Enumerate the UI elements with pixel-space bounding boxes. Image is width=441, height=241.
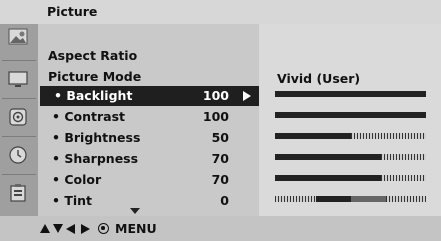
picture-menu: Aspect Ratio Picture Mode • Backlight 10… [38, 24, 259, 216]
menu-item-sharpness[interactable]: • Sharpness 70 [38, 149, 259, 169]
menu-item-value: 70 [211, 151, 229, 166]
page-title: Picture [47, 4, 98, 19]
menu-item-label: • Tint [52, 193, 93, 208]
menu-item-value: 100 [202, 88, 229, 103]
menu-item-label: • Color [52, 172, 102, 187]
level-bar-sharpness [275, 154, 426, 160]
screen-icon[interactable] [5, 66, 31, 92]
level-bar-backlight [275, 91, 426, 97]
category-sidebar [0, 24, 38, 216]
menu-item-label: • Sharpness [52, 151, 139, 166]
picture-mode-item[interactable]: Picture Mode [48, 69, 141, 84]
menu-item-label: • Backlight [54, 88, 133, 103]
tv-osd-screen: Picture Aspect Ratio Picture Mode • Back… [0, 0, 441, 241]
time-icon[interactable] [5, 142, 31, 168]
down-arrow-icon [53, 224, 63, 233]
menu-item-tint[interactable]: • Tint 0 [38, 191, 259, 211]
navigation-hint-bar: MENU [0, 216, 441, 241]
right-arrow-icon [81, 223, 90, 234]
audio-icon[interactable] [5, 104, 31, 130]
left-arrow-icon [66, 223, 75, 234]
nav-hint: MENU [40, 221, 157, 236]
picture-mode-value: Vivid (User) [277, 71, 361, 86]
sidebar-divider [2, 60, 36, 61]
scroll-down-icon[interactable] [130, 208, 140, 214]
menu-item-brightness[interactable]: • Brightness 50 [38, 128, 259, 148]
menu-item-value: 70 [211, 172, 229, 187]
preview-panel: Vivid (User) [259, 24, 441, 216]
level-bar-contrast [275, 112, 426, 118]
level-bar-color [275, 175, 426, 181]
menu-item-value: 0 [220, 193, 229, 208]
sidebar-divider [2, 98, 36, 99]
level-bar-brightness [275, 133, 426, 139]
menu-item-color[interactable]: • Color 70 [38, 170, 259, 190]
up-arrow-icon [40, 224, 50, 233]
ok-button-icon [98, 223, 109, 234]
sidebar-divider [2, 136, 36, 137]
right-arrow-icon [243, 91, 251, 101]
level-bar-tint [275, 196, 426, 202]
menu-label: MENU [115, 221, 157, 236]
title-bar: Picture [0, 0, 441, 24]
sidebar-divider [2, 174, 36, 175]
menu-item-value: 100 [202, 109, 229, 124]
menu-item-contrast[interactable]: • Contrast 100 [38, 107, 259, 127]
menu-item-backlight[interactable]: • Backlight 100 [40, 86, 259, 106]
menu-item-label: • Brightness [52, 130, 141, 145]
picture-icon[interactable] [5, 24, 31, 50]
menu-item-label: • Contrast [52, 109, 125, 124]
aspect-ratio-item[interactable]: Aspect Ratio [48, 48, 137, 63]
menu-item-value: 50 [211, 130, 229, 145]
lock-icon[interactable] [5, 180, 31, 206]
